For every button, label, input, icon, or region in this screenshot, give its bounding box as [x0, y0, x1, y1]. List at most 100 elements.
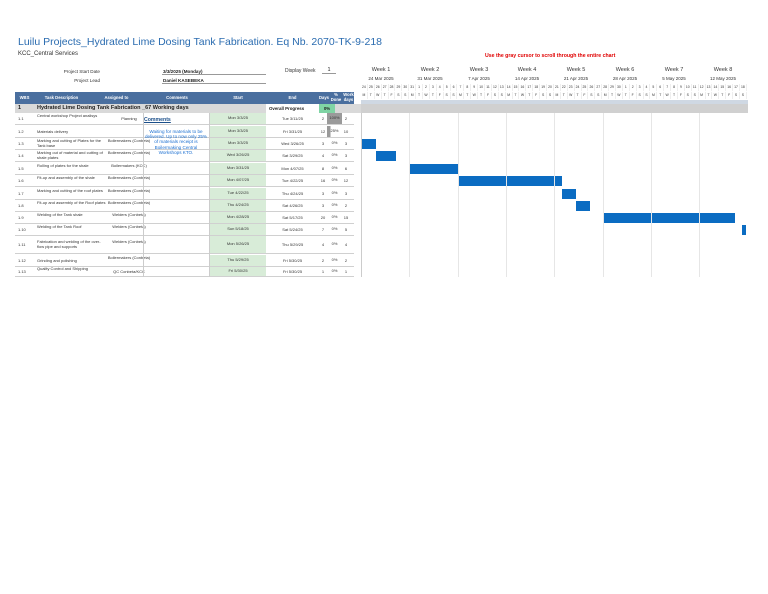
gantt-bar[interactable]: [410, 164, 459, 174]
task-start-date: Thu 5/29/25: [210, 255, 266, 266]
day-letter: F: [437, 92, 444, 99]
day-letter: S: [637, 92, 644, 99]
task-days: 3: [321, 190, 325, 196]
day-number: 24: [361, 84, 368, 91]
gantt-bar[interactable]: [603, 213, 735, 223]
task-start-date: Thu 4/24/25: [210, 200, 266, 211]
week-gridline: [457, 113, 459, 277]
day-letter: T: [513, 92, 520, 99]
day-number: 31: [409, 84, 417, 91]
task-work-days: 3: [344, 190, 348, 196]
week-header: Week 2 31 Mar 2025: [406, 67, 454, 81]
display-week-label: Display Week: [285, 68, 316, 74]
task-percent-done[interactable]: 0%: [327, 236, 342, 253]
day-number: 8: [671, 84, 678, 91]
day-number: 13: [499, 84, 506, 91]
day-number: 19: [540, 84, 548, 91]
task-end-date: Sat 5/17/25: [282, 214, 303, 220]
day-letter: M: [457, 92, 465, 99]
task-work-days: 5: [344, 226, 348, 232]
task-percent-done[interactable]: 0%: [327, 163, 342, 174]
task-days: 7: [321, 226, 325, 232]
day-number: 29: [609, 84, 616, 91]
day-number: 1: [416, 84, 424, 91]
task-end-date: Thu 5/29/25: [281, 241, 304, 247]
day-letter: S: [733, 92, 740, 99]
start-date-value[interactable]: 3/3/2025 (Monday): [162, 69, 266, 75]
day-letter: F: [726, 92, 734, 99]
task-percent-done[interactable]: 100%: [327, 113, 342, 124]
day-letter: M: [409, 92, 417, 99]
task-percent-done[interactable]: 0%: [327, 188, 342, 199]
task-wbs: 1.6: [18, 177, 24, 183]
gantt-bar[interactable]: [741, 225, 746, 235]
task-wbs: 1.7: [18, 190, 24, 196]
gantt-bar[interactable]: [575, 201, 590, 211]
task-percent-done[interactable]: 0%: [327, 212, 342, 223]
day-letter: W: [616, 92, 623, 99]
task-percent-done[interactable]: 0%: [327, 200, 342, 211]
day-letter: S: [692, 92, 699, 99]
week-header: Week 5 21 Apr 2025: [552, 67, 600, 81]
task-wbs: 1.2: [18, 128, 24, 134]
gantt-bar[interactable]: [458, 176, 563, 186]
day-letter: M: [650, 92, 658, 99]
week-label: Week 2: [420, 67, 440, 73]
day-number: 18: [533, 84, 541, 91]
comments-link[interactable]: Comments: [144, 117, 171, 123]
day-letter: F: [533, 92, 541, 99]
day-letter: S: [444, 92, 451, 99]
task-percent-done[interactable]: 0%: [327, 150, 342, 161]
week-header: Week 3 7 Apr 2025: [455, 67, 503, 81]
gantt-bar[interactable]: [362, 139, 376, 149]
scroll-hint: Use the gray cursor to scroll through th…: [485, 53, 616, 59]
week-label: Week 7: [664, 67, 684, 73]
day-number: 24: [575, 84, 582, 91]
day-number: 28: [389, 84, 396, 91]
week-header: Week 7 5 May 2025: [650, 67, 698, 81]
day-letter: W: [568, 92, 575, 99]
day-number: 13: [706, 84, 713, 91]
day-letter: T: [609, 92, 616, 99]
task-end-date: Sat 3/29/25: [282, 152, 303, 158]
week-gridline: [699, 113, 701, 277]
task-wbs: 1.5: [18, 165, 24, 171]
day-letter: T: [416, 92, 424, 99]
gantt-bar[interactable]: [562, 189, 576, 199]
task-work-days: 15: [343, 214, 349, 220]
day-letter: F: [630, 92, 637, 99]
task-percent-done[interactable]: 0%: [327, 267, 342, 276]
week-gridline: [602, 113, 604, 277]
task-percent-done[interactable]: 0%: [327, 138, 342, 149]
project-title: Luilu Projects_Hydrated Lime Dosing Tank…: [18, 36, 382, 48]
task-percent-done[interactable]: 0%: [327, 224, 342, 235]
task-wbs: 1.12: [18, 257, 26, 263]
task-percent-done[interactable]: 0%: [327, 255, 342, 266]
day-number: 3: [637, 84, 644, 91]
day-letter: T: [575, 92, 582, 99]
display-week-input[interactable]: 1: [322, 67, 336, 74]
day-number: 1: [623, 84, 630, 91]
task-end-date: Fri 5/30/25: [282, 257, 303, 263]
day-number: 14: [506, 84, 513, 91]
day-letter: S: [540, 92, 548, 99]
task-end-date: Thu 4/24/25: [281, 190, 304, 196]
task-percent-done[interactable]: 25%: [327, 126, 342, 137]
task-end-date: Tue 3/11/25: [282, 115, 303, 121]
week-gridline: [554, 113, 556, 277]
task-start-date: Mon 3/3/25: [210, 138, 266, 149]
gantt-bar[interactable]: [375, 151, 397, 161]
task-description: Rolling of plates for the shale: [37, 163, 89, 169]
start-date-label: Project Start Date: [63, 69, 100, 74]
task-percent-done[interactable]: 0%: [327, 175, 342, 186]
day-number: 18: [740, 84, 747, 91]
table-header: WBS Task Description Assigned to Comment…: [15, 92, 354, 104]
comments-text: Waiting for materials to be delivered. U…: [144, 129, 208, 155]
project-lead-value[interactable]: Daniel KASEBEKA: [162, 78, 266, 84]
day-number: 28: [602, 84, 610, 91]
task-wbs: 1.1: [18, 115, 24, 121]
week-header: Week 4 14 Apr 2025: [503, 67, 551, 81]
day-number: 4: [437, 84, 444, 91]
day-number: 26: [375, 84, 382, 91]
task-days: 2: [321, 115, 325, 121]
